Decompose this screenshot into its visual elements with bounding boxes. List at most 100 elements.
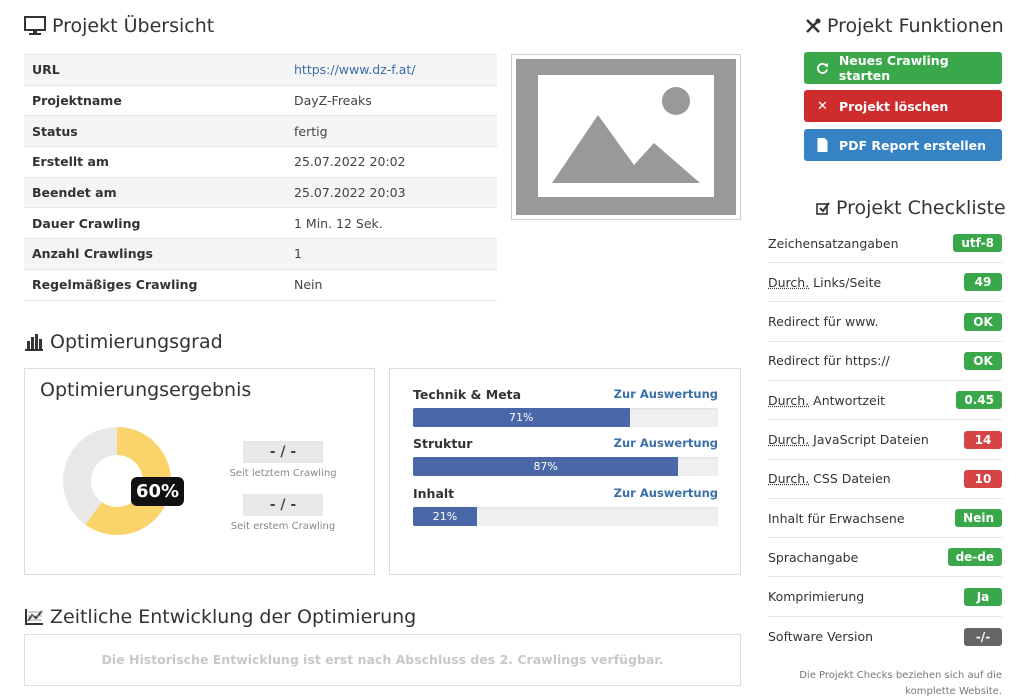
progress-track: 71% <box>413 408 718 427</box>
checklist-item-text: Inhalt für Erwachsene <box>768 510 905 526</box>
table-row: Projektname DayZ-Freaks <box>24 84 497 116</box>
row-value: https://www.dz-f.at/ <box>286 54 497 86</box>
tools-icon <box>806 18 821 33</box>
row-value: 25.07.2022 20:03 <box>286 176 497 208</box>
pdf-report-label: PDF Report erstellen <box>839 137 987 153</box>
checklist-item-label: Zeichensatzangaben <box>768 236 899 251</box>
progress-fill: 87% <box>413 457 679 476</box>
checklist-item-badge: 14 <box>964 430 1002 449</box>
checklist-item-badge: -/- <box>964 627 1002 646</box>
pdf-report-button[interactable]: PDF Report erstellen <box>804 129 1002 161</box>
row-key: Dauer Crawling <box>24 207 286 239</box>
category-scores-panel: Technik & Meta Zur Auswertung 71% Struktu… <box>389 368 741 575</box>
checklist-item-text: Software Version <box>768 629 874 644</box>
checklist-item-text: Redirect für www. <box>768 314 879 330</box>
checklist-item: Inhalt für Erwachsene Nein <box>768 499 1002 539</box>
checklist-item-label: Durch. JavaScript Dateien <box>768 432 929 447</box>
bar-chart-icon <box>25 334 43 351</box>
checklist-item: Komprimierung Ja <box>768 578 1002 617</box>
optimization-heading: Optimierungsgrad <box>24 331 223 353</box>
abbreviation: Durch. <box>768 274 810 290</box>
progress-fill: 71% <box>413 408 630 427</box>
overview-heading: Projekt Übersicht <box>24 15 214 37</box>
category-name: Struktur <box>413 436 473 451</box>
checklist-item-label: Software Version <box>768 629 873 644</box>
category-struktur: Struktur Zur Auswertung 87% <box>413 436 718 476</box>
functions-heading: Projekt Funktionen <box>805 15 1004 37</box>
evaluation-link[interactable]: Zur Auswertung <box>614 387 718 405</box>
new-crawl-button[interactable]: Neues Crawling starten <box>804 52 1002 84</box>
checklist-item-badge: OK <box>964 312 1002 331</box>
history-title: Zeitliche Entwicklung der Optimierung <box>50 606 417 628</box>
table-row: Dauer Crawling 1 Min. 12 Sek. <box>24 207 497 239</box>
checklist-item: Redirect für www. OK <box>768 303 1002 342</box>
overview-title: Projekt Übersicht <box>52 15 215 37</box>
area-chart-icon <box>25 609 43 625</box>
checklist-item: Software Version -/- <box>768 617 1002 656</box>
since-last-value: - / - <box>243 441 323 463</box>
category-name: Technik & Meta <box>413 387 522 402</box>
checklist-item-label: Durch. Antwortzeit <box>768 393 885 408</box>
checklist-item-text: Sprachangabe <box>768 549 859 565</box>
checklist-item-label: Redirect für www. <box>768 314 878 329</box>
checklist-item-label: Redirect für https:// <box>768 353 890 368</box>
table-row: Status fertig <box>24 115 497 147</box>
file-icon <box>817 138 828 152</box>
evaluation-link[interactable]: Zur Auswertung <box>614 486 718 504</box>
table-row: Erstellt am 25.07.2022 20:02 <box>24 146 497 178</box>
since-first-label: Seit erstem Crawling <box>230 521 336 532</box>
row-value: DayZ-Freaks <box>286 84 497 116</box>
row-value: Nein <box>286 268 497 301</box>
checklist-item-badge: 49 <box>964 273 1002 292</box>
checklist-item-badge: OK <box>964 351 1002 370</box>
checklist-item-label: Komprimierung <box>768 589 864 604</box>
checklist-item-text: CSS Dateien <box>809 471 891 487</box>
website-thumbnail <box>511 54 741 220</box>
row-value: 1 Min. 12 Sek. <box>286 207 497 239</box>
row-key: Erstellt am <box>24 146 286 178</box>
evaluation-link[interactable]: Zur Auswertung <box>614 436 718 454</box>
checklist-item-label: Durch. CSS Dateien <box>768 471 891 486</box>
row-key: URL <box>24 54 286 86</box>
checklist-item-text: Links/Seite <box>809 274 882 290</box>
checklist-item: Zeichensatzangaben utf-8 <box>768 224 1002 263</box>
category-inhalt: Inhalt Zur Auswertung 21% <box>413 486 718 526</box>
project-info-table: URL https://www.dz-f.at/ Projektname DayZ-… <box>24 54 497 301</box>
progress-track: 21% <box>413 507 718 526</box>
row-key: Regelmäßiges Crawling <box>24 268 286 301</box>
table-row: URL https://www.dz-f.at/ <box>24 54 497 86</box>
row-key: Projektname <box>24 84 286 116</box>
row-value: 25.07.2022 20:02 <box>286 146 497 178</box>
delete-project-label: Projekt löschen <box>839 98 949 114</box>
checklist-item-badge: utf-8 <box>953 234 1002 252</box>
table-row: Anzahl Crawlings 1 <box>24 238 497 270</box>
checkbox-icon <box>816 202 830 215</box>
checklist-item-badge: 10 <box>964 469 1002 488</box>
checklist-item-label: Durch. Links/Seite <box>768 275 881 290</box>
category-technik-meta: Technik & Meta Zur Auswertung 71% <box>413 387 718 427</box>
row-key: Anzahl Crawlings <box>24 238 286 270</box>
abbreviation: Durch. <box>768 432 810 447</box>
row-value: 1 <box>286 238 497 270</box>
checklist-item: Durch. JavaScript Dateien 14 <box>768 421 1002 460</box>
since-last-crawl: - / - Seit letztem Crawling <box>218 441 348 479</box>
checklist-item-text: Zeichensatzangaben <box>768 235 899 251</box>
checklist-item-badge: Nein <box>955 509 1002 528</box>
row-key: Beendet am <box>24 176 286 208</box>
optimization-title: Optimierungsgrad <box>50 331 223 353</box>
result-title: Optimierungsergebnis <box>40 379 252 401</box>
row-key: Status <box>24 115 286 147</box>
checklist-item-badge: 0.45 <box>956 391 1002 410</box>
checklist-item-text: Komprimierung <box>768 589 865 605</box>
table-row: Beendet am 25.07.2022 20:03 <box>24 176 497 208</box>
category-name: Inhalt <box>413 486 455 501</box>
image-placeholder-icon <box>538 75 714 197</box>
delete-project-button[interactable]: ✕ Projekt löschen <box>804 90 1002 122</box>
row-value: fertig <box>286 115 497 147</box>
refresh-icon <box>817 62 828 74</box>
checklist-item: Durch. Antwortzeit 0.45 <box>768 381 1002 421</box>
project-url-link[interactable]: https://www.dz-f.at/ <box>294 62 416 77</box>
monitor-icon <box>24 16 46 35</box>
checklist-note: Die Projekt Checks beziehen sich auf die… <box>799 670 1002 697</box>
new-crawl-label: Neues Crawling starten <box>838 53 949 83</box>
